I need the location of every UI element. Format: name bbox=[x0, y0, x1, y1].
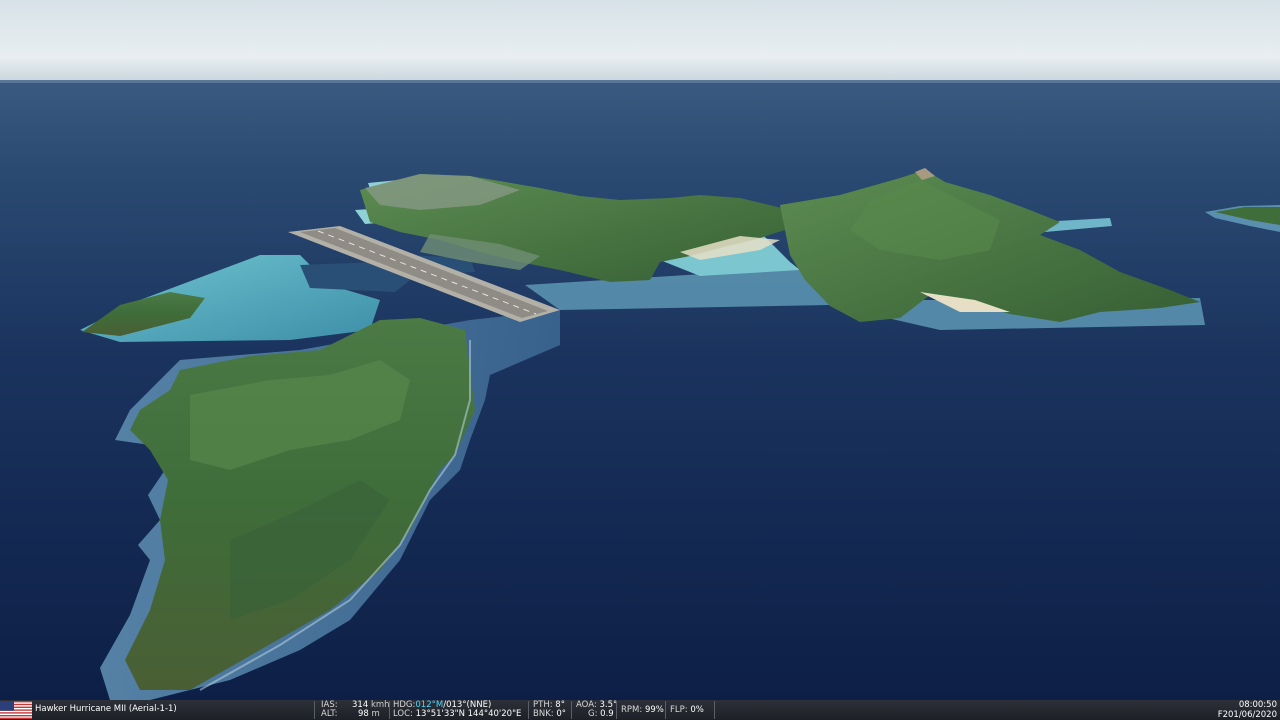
hud-status-bar: Hawker Hurricane MII (Aerial-1-1) IAS: 3… bbox=[0, 700, 1280, 720]
flp-value: 0% bbox=[690, 705, 704, 715]
horizon-line bbox=[0, 80, 1280, 83]
divider bbox=[389, 701, 390, 719]
sky bbox=[0, 0, 1280, 82]
divider bbox=[616, 701, 617, 719]
alt-unit: m bbox=[371, 709, 380, 719]
sim-date: F201/06/2020 bbox=[1217, 709, 1277, 720]
divider bbox=[665, 701, 666, 719]
divider bbox=[314, 701, 315, 719]
aircraft-segment: Hawker Hurricane MII (Aerial-1-1) bbox=[0, 700, 312, 720]
rpm-row: RPM: 99% bbox=[621, 705, 664, 716]
aerial-island-scene bbox=[0, 0, 1280, 700]
loc-row: LOC: 13°51'33"N 144°40'20"E bbox=[393, 709, 522, 720]
flp-row: FLP: 0% bbox=[670, 705, 704, 716]
loc-label: LOC: bbox=[393, 709, 413, 719]
loc-value: 13°51'33"N 144°40'20"E bbox=[415, 709, 522, 719]
alt-readout: 98 m bbox=[358, 709, 380, 720]
rpm-label: RPM: bbox=[621, 705, 643, 715]
alt-value: 98 bbox=[358, 709, 369, 719]
g-label: G: bbox=[588, 709, 598, 719]
us-flag-icon bbox=[0, 701, 32, 719]
sim-clock: 08:00:50 F201/06/2020 bbox=[1217, 700, 1277, 720]
divider bbox=[571, 701, 572, 719]
divider bbox=[714, 701, 715, 719]
alt-row: ALT: bbox=[321, 709, 338, 720]
bnk-row: BNK: 0° bbox=[533, 709, 567, 720]
g-value: 0.9 bbox=[600, 709, 614, 719]
bnk-label: BNK: bbox=[533, 709, 554, 719]
aircraft-name: Hawker Hurricane MII (Aerial-1-1) bbox=[35, 704, 177, 714]
divider bbox=[528, 701, 529, 719]
g-row: G: 0.9 bbox=[588, 709, 614, 720]
game-viewport[interactable] bbox=[0, 0, 1280, 700]
rpm-value: 99% bbox=[644, 705, 664, 715]
alt-label: ALT: bbox=[321, 709, 338, 719]
flp-label: FLP: bbox=[670, 705, 688, 715]
bnk-value: 0° bbox=[556, 709, 567, 719]
